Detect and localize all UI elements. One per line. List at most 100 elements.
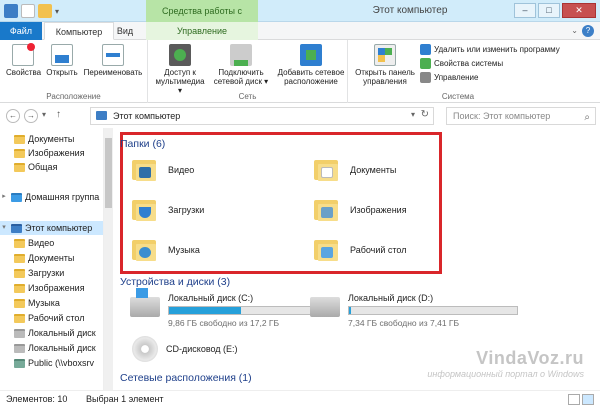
minimize-button[interactable]: – — [514, 3, 536, 18]
explorer-icon[interactable] — [4, 4, 18, 18]
nav-item-label: Документы — [28, 253, 75, 263]
control-panel-button[interactable]: Открыть панель управления — [352, 44, 418, 86]
navpane-scrollbar[interactable] — [104, 128, 113, 390]
group-system: Открыть панель управления Удалить или из… — [348, 40, 568, 103]
nav-item-label: Домашняя группа — [25, 192, 100, 202]
group-label-system: Система — [441, 92, 475, 101]
properties-button[interactable]: Свойства — [6, 43, 41, 77]
group-location: Свойства Открыть Переименовать Расположе… — [0, 40, 148, 103]
nav-item-public[interactable]: Общая — [14, 160, 57, 174]
details-view-button[interactable] — [568, 394, 580, 405]
folder-label: Видео — [168, 165, 195, 175]
collapse-arrow-icon[interactable]: ▾ — [0, 221, 8, 235]
tab-view[interactable]: Вид — [114, 22, 136, 40]
tab-manage[interactable]: Управление — [146, 22, 258, 40]
folder-desktop[interactable]: Рабочий стол — [314, 238, 407, 262]
network-section-header[interactable]: Сетевые расположения (1) — [120, 372, 252, 384]
close-button[interactable]: ✕ — [562, 3, 596, 18]
refresh-icon[interactable]: ↻ — [421, 109, 429, 120]
folder-icon — [14, 134, 25, 144]
desktop-folder-icon — [314, 238, 338, 262]
nav-item-videos[interactable]: Видео — [14, 236, 54, 250]
folders-section-header[interactable]: Папки (6) — [120, 138, 165, 150]
new-folder-icon[interactable] — [38, 4, 52, 18]
nav-item-label: Видео — [28, 238, 55, 248]
address-dropdown-icon[interactable]: ▾ — [411, 110, 415, 119]
control-panel-label-2: управления — [363, 77, 407, 86]
ribbon-collapse-icon[interactable]: ⌄ — [571, 26, 578, 35]
rename-label: Переименовать — [83, 68, 143, 77]
folder-icon — [14, 238, 25, 248]
search-input[interactable]: Поиск: Этот компьютер ⌕ — [446, 107, 596, 125]
system-properties-button[interactable]: Свойства системы — [420, 58, 503, 69]
nav-item-pictures-2[interactable]: Изображения — [14, 281, 85, 295]
nav-item-public-share[interactable]: Public (\\vboxsrv — [14, 356, 94, 370]
help-button[interactable]: ? — [582, 25, 594, 37]
properties-icon[interactable] — [21, 4, 35, 18]
nav-item-label: Изображения — [28, 148, 85, 158]
folder-videos[interactable]: Видео — [132, 158, 194, 182]
folder-downloads[interactable]: Загрузки — [132, 198, 204, 222]
nav-item-desktop[interactable]: Рабочий стол — [14, 311, 85, 325]
folder-documents[interactable]: Документы — [314, 158, 396, 182]
nav-item-this-pc[interactable]: ▾ Этот компьютер — [0, 221, 103, 235]
watermark-site: VindaVoz.ru — [476, 348, 584, 368]
ribbon-tabs: Файл Компьютер Вид Управление ⌄ ? — [0, 22, 600, 40]
quick-access-toolbar: ▾ — [4, 4, 59, 18]
drive-icon — [14, 343, 25, 353]
context-tab-header: Средства работы с дисками — [146, 0, 258, 38]
computer-icon — [11, 223, 22, 233]
nav-item-homegroup[interactable]: ▸ Домашняя группа — [0, 190, 99, 204]
manage-icon — [420, 72, 431, 83]
nav-item-local-disk-d[interactable]: Локальный диск — [14, 341, 96, 355]
group-label-network: Сеть — [238, 92, 257, 101]
nav-item-music[interactable]: Музыка — [14, 296, 60, 310]
add-network-location-button[interactable]: Добавить сетевое расположение — [276, 44, 346, 86]
drive-c[interactable]: Локальный диск (C:) 9,86 ГБ свободно из … — [130, 288, 338, 328]
nav-item-label: Public (\\vboxsrv — [28, 358, 95, 368]
map-drive-label-2: сетевой диск ▾ — [213, 77, 269, 86]
uninstall-program-button[interactable]: Удалить или изменить программу — [420, 44, 560, 55]
nav-item-documents-2[interactable]: Документы — [14, 251, 74, 265]
manage-button[interactable]: Управление — [420, 72, 478, 83]
nav-item-documents[interactable]: Документы — [14, 132, 74, 146]
nav-item-label: Музыка — [28, 298, 60, 308]
tab-file[interactable]: Файл — [0, 22, 42, 40]
group-label-location: Расположение — [46, 92, 101, 101]
tab-computer[interactable]: Компьютер — [44, 22, 114, 40]
folder-icon — [14, 313, 25, 323]
expand-arrow-icon[interactable]: ▸ — [0, 190, 8, 204]
nav-item-downloads[interactable]: Загрузки — [14, 266, 64, 280]
maximize-button[interactable]: □ — [538, 3, 560, 18]
folder-pictures[interactable]: Изображения — [314, 198, 407, 222]
qat-dropdown-icon[interactable]: ▾ — [55, 7, 59, 16]
homegroup-icon — [11, 192, 22, 202]
nav-item-local-disk-c[interactable]: Локальный диск — [14, 326, 96, 340]
devices-section-header[interactable]: Устройства и диски (3) — [120, 276, 230, 288]
up-button[interactable]: ↑ — [56, 109, 61, 120]
back-button[interactable]: ← — [6, 109, 20, 123]
drive-d[interactable]: Локальный диск (D:) 7,34 ГБ свободно из … — [310, 293, 518, 328]
large-icons-view-button[interactable] — [582, 394, 594, 405]
folder-label: Музыка — [168, 245, 200, 255]
network-drive-icon — [230, 44, 252, 66]
recent-locations-dropdown[interactable]: ▾ — [42, 110, 46, 119]
uninstall-label: Удалить или изменить программу — [434, 45, 560, 54]
media-access-button[interactable]: Доступ к мультимедиа ▾ — [154, 44, 206, 95]
nav-item-pictures[interactable]: Изображения — [14, 146, 85, 160]
open-icon — [51, 44, 73, 66]
folder-label: Рабочий стол — [350, 245, 407, 255]
folder-label: Загрузки — [168, 205, 205, 215]
map-drive-button[interactable]: Подключить сетевой диск ▾ — [210, 44, 272, 86]
map-drive-label-1: Подключить — [218, 68, 264, 77]
address-bar[interactable]: Этот компьютер ▾ ↻ — [90, 107, 434, 125]
control-panel-icon — [374, 44, 396, 66]
navigation-pane: Документы Изображения Общая ▸ Домашняя гр… — [0, 128, 104, 390]
folder-music[interactable]: Музыка — [132, 238, 200, 262]
rename-button[interactable]: Переименовать — [82, 44, 144, 77]
drive-free-space: 7,34 ГБ свободно из 7,41 ГБ — [348, 318, 460, 328]
forward-button[interactable]: → — [24, 109, 38, 123]
drive-e[interactable]: CD-дисковод (E:) — [132, 336, 238, 362]
scrollbar-thumb[interactable] — [105, 138, 112, 208]
open-button[interactable]: Открыть — [44, 44, 80, 77]
